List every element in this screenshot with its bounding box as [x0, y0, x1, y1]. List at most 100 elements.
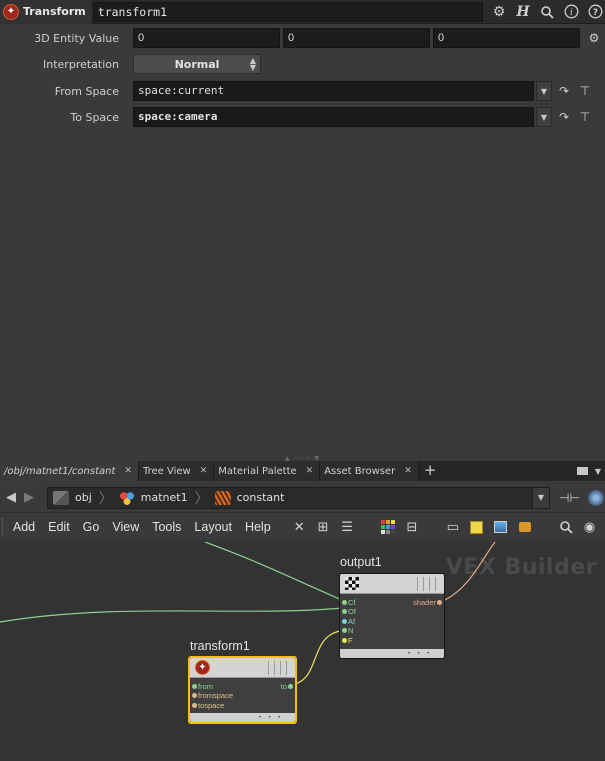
wire-to-cf [204, 542, 343, 601]
node-footer-dots: ••• [258, 714, 287, 721]
input-port-cf[interactable]: Cf [342, 598, 356, 607]
input-port-tospace[interactable]: tospace [192, 701, 224, 710]
breadcrumb-matnet[interactable]: matnet1 [114, 488, 194, 508]
menu-help[interactable]: Help [245, 520, 271, 534]
port-label: N [348, 626, 354, 635]
tab-material-palette[interactable]: Material Palette ✕ [214, 461, 321, 481]
tab-label: /obj/matnet1/constant [4, 465, 116, 477]
tab-label: Tree View [142, 465, 191, 477]
breadcrumb-obj[interactable]: obj [48, 488, 98, 508]
interpretation-value: Normal [174, 57, 220, 71]
transform-node[interactable]: ✦ from fromspace tospace to ••• [188, 656, 297, 724]
material-network-icon [118, 490, 135, 505]
param-entity-value-row: 3D Entity Value 0 0 0 ⚙ [0, 27, 605, 49]
close-icon[interactable]: ✕ [200, 466, 208, 476]
wrench-icon[interactable]: ✕ [291, 518, 308, 536]
node-footer-dots: ••• [407, 650, 436, 657]
sticky-note-icon[interactable] [468, 518, 485, 536]
port-label: Of [348, 607, 356, 616]
color-palette-icon[interactable] [379, 518, 396, 536]
interpretation-menu[interactable]: Normal ▲ ▼ [133, 54, 261, 74]
menu-add[interactable]: Add [13, 520, 35, 534]
from-space-input[interactable]: space:current [133, 81, 534, 101]
port-label: fromspace [198, 691, 234, 700]
menu-edit[interactable]: Edit [48, 520, 70, 534]
tab-label: Asset Browser [324, 465, 396, 477]
link-disc-icon[interactable] [587, 489, 604, 506]
search-icon[interactable] [537, 2, 557, 22]
chevron-down-icon[interactable]: ▼ [595, 467, 601, 476]
add-tab-button[interactable]: + [424, 461, 437, 481]
breadcrumb-label: obj [75, 491, 92, 504]
search-icon[interactable] [557, 518, 574, 536]
tab-tree-view[interactable]: Tree View ✕ [138, 461, 215, 481]
transform-node-icon: ✦ [3, 3, 19, 20]
menu-view[interactable]: View [112, 520, 139, 534]
menu-go[interactable]: Go [83, 520, 100, 534]
chevron-right-icon: 〉 [98, 490, 113, 507]
network-box-icon[interactable]: ▭ [444, 518, 461, 536]
image-icon[interactable] [492, 518, 509, 536]
dot-icon[interactable] [516, 518, 533, 536]
shapes-grid-icon[interactable]: ⊟ [403, 518, 420, 536]
path-bar: ◀ ▶ obj 〉 matnet1 〉 constant ▼ ⊣⊢ [0, 483, 605, 513]
channel-link-icon[interactable]: ⊤ [576, 107, 594, 127]
tab-asset-browser[interactable]: Asset Browser ✕ [320, 461, 419, 481]
vop-builder-icon [214, 490, 231, 505]
output-node[interactable]: Cf Of Af N F shader ••• [339, 573, 445, 659]
chevron-down-icon[interactable]: ▼ [536, 81, 552, 101]
chevron-down-icon[interactable]: ▼ [536, 107, 552, 127]
redo-arrow-icon[interactable]: ↷ [555, 107, 573, 127]
help-icon[interactable]: ? [585, 2, 605, 22]
transform-node-icon: ✦ [195, 660, 210, 675]
eye-icon[interactable]: ◉ [581, 518, 598, 536]
output-port-shader[interactable]: shader [413, 598, 442, 607]
close-icon[interactable]: ✕ [306, 466, 314, 476]
tree-layout-icon[interactable]: ⊞ [315, 518, 332, 536]
help-h-icon[interactable]: H [513, 2, 533, 22]
breadcrumb-constant[interactable]: constant [210, 488, 291, 508]
tab-network-path[interactable]: /obj/matnet1/constant ✕ [0, 461, 139, 481]
back-arrow-icon[interactable]: ◀ [2, 488, 20, 508]
redo-arrow-icon[interactable]: ↷ [555, 81, 573, 101]
menu-tools[interactable]: Tools [152, 520, 181, 534]
parameter-header: ✦ Transform transform1 ⚙ H i ? [0, 0, 605, 24]
input-port-fromspace[interactable]: fromspace [192, 691, 234, 700]
entity-value-y-field[interactable]: 0 [283, 28, 430, 48]
input-port-n[interactable]: N [342, 626, 354, 635]
input-port-f[interactable]: F [342, 636, 353, 645]
entity-value-z-field[interactable]: 0 [433, 28, 580, 48]
input-port-from[interactable]: from [192, 682, 213, 691]
wire-to-f [294, 630, 341, 685]
toolbar-grip[interactable] [2, 518, 5, 536]
gear-icon[interactable]: ⚙ [489, 2, 509, 22]
port-label: F [348, 636, 353, 645]
to-space-input[interactable]: space:camera [133, 107, 534, 127]
channel-link-icon[interactable]: ⊤ [576, 81, 594, 101]
info-icon[interactable]: i [561, 2, 581, 22]
forward-arrow-icon[interactable]: ▶ [20, 488, 38, 508]
node-name-input[interactable]: transform1 [92, 1, 483, 22]
chevron-down-icon[interactable]: ▼ [532, 487, 549, 508]
node-type-label: Transform [23, 5, 86, 18]
network-editor-canvas[interactable]: VEX Builder output1 Cf Of Af N F shader … [0, 542, 605, 761]
entity-value-x-field[interactable]: 0 [133, 28, 280, 48]
input-port-of[interactable]: Of [342, 607, 356, 616]
network-menu-bar: Add Edit Go View Tools Layout Help ✕ ⊞ ☰… [0, 514, 605, 541]
gear-icon[interactable]: ⚙ [585, 28, 603, 48]
breadcrumb-label: matnet1 [140, 491, 188, 504]
param-label: 3D Entity Value [34, 31, 119, 45]
close-icon[interactable]: ✕ [404, 466, 412, 476]
output-port-to[interactable]: to [281, 682, 293, 691]
network-path-field: obj 〉 matnet1 〉 constant ▼ [47, 486, 550, 509]
chevron-right-icon: 〉 [194, 490, 209, 507]
pin-icon[interactable]: ⊣⊢ [559, 491, 580, 505]
maximize-pane-icon[interactable] [576, 467, 588, 475]
wire-shader-out [444, 542, 496, 601]
tab-label: Material Palette [218, 465, 297, 477]
list-view-icon[interactable]: ☰ [339, 518, 356, 536]
menu-layout[interactable]: Layout [194, 520, 232, 534]
close-icon[interactable]: ✕ [124, 466, 132, 476]
checker-flag-icon [345, 577, 359, 590]
input-port-af[interactable]: Af [342, 617, 355, 626]
